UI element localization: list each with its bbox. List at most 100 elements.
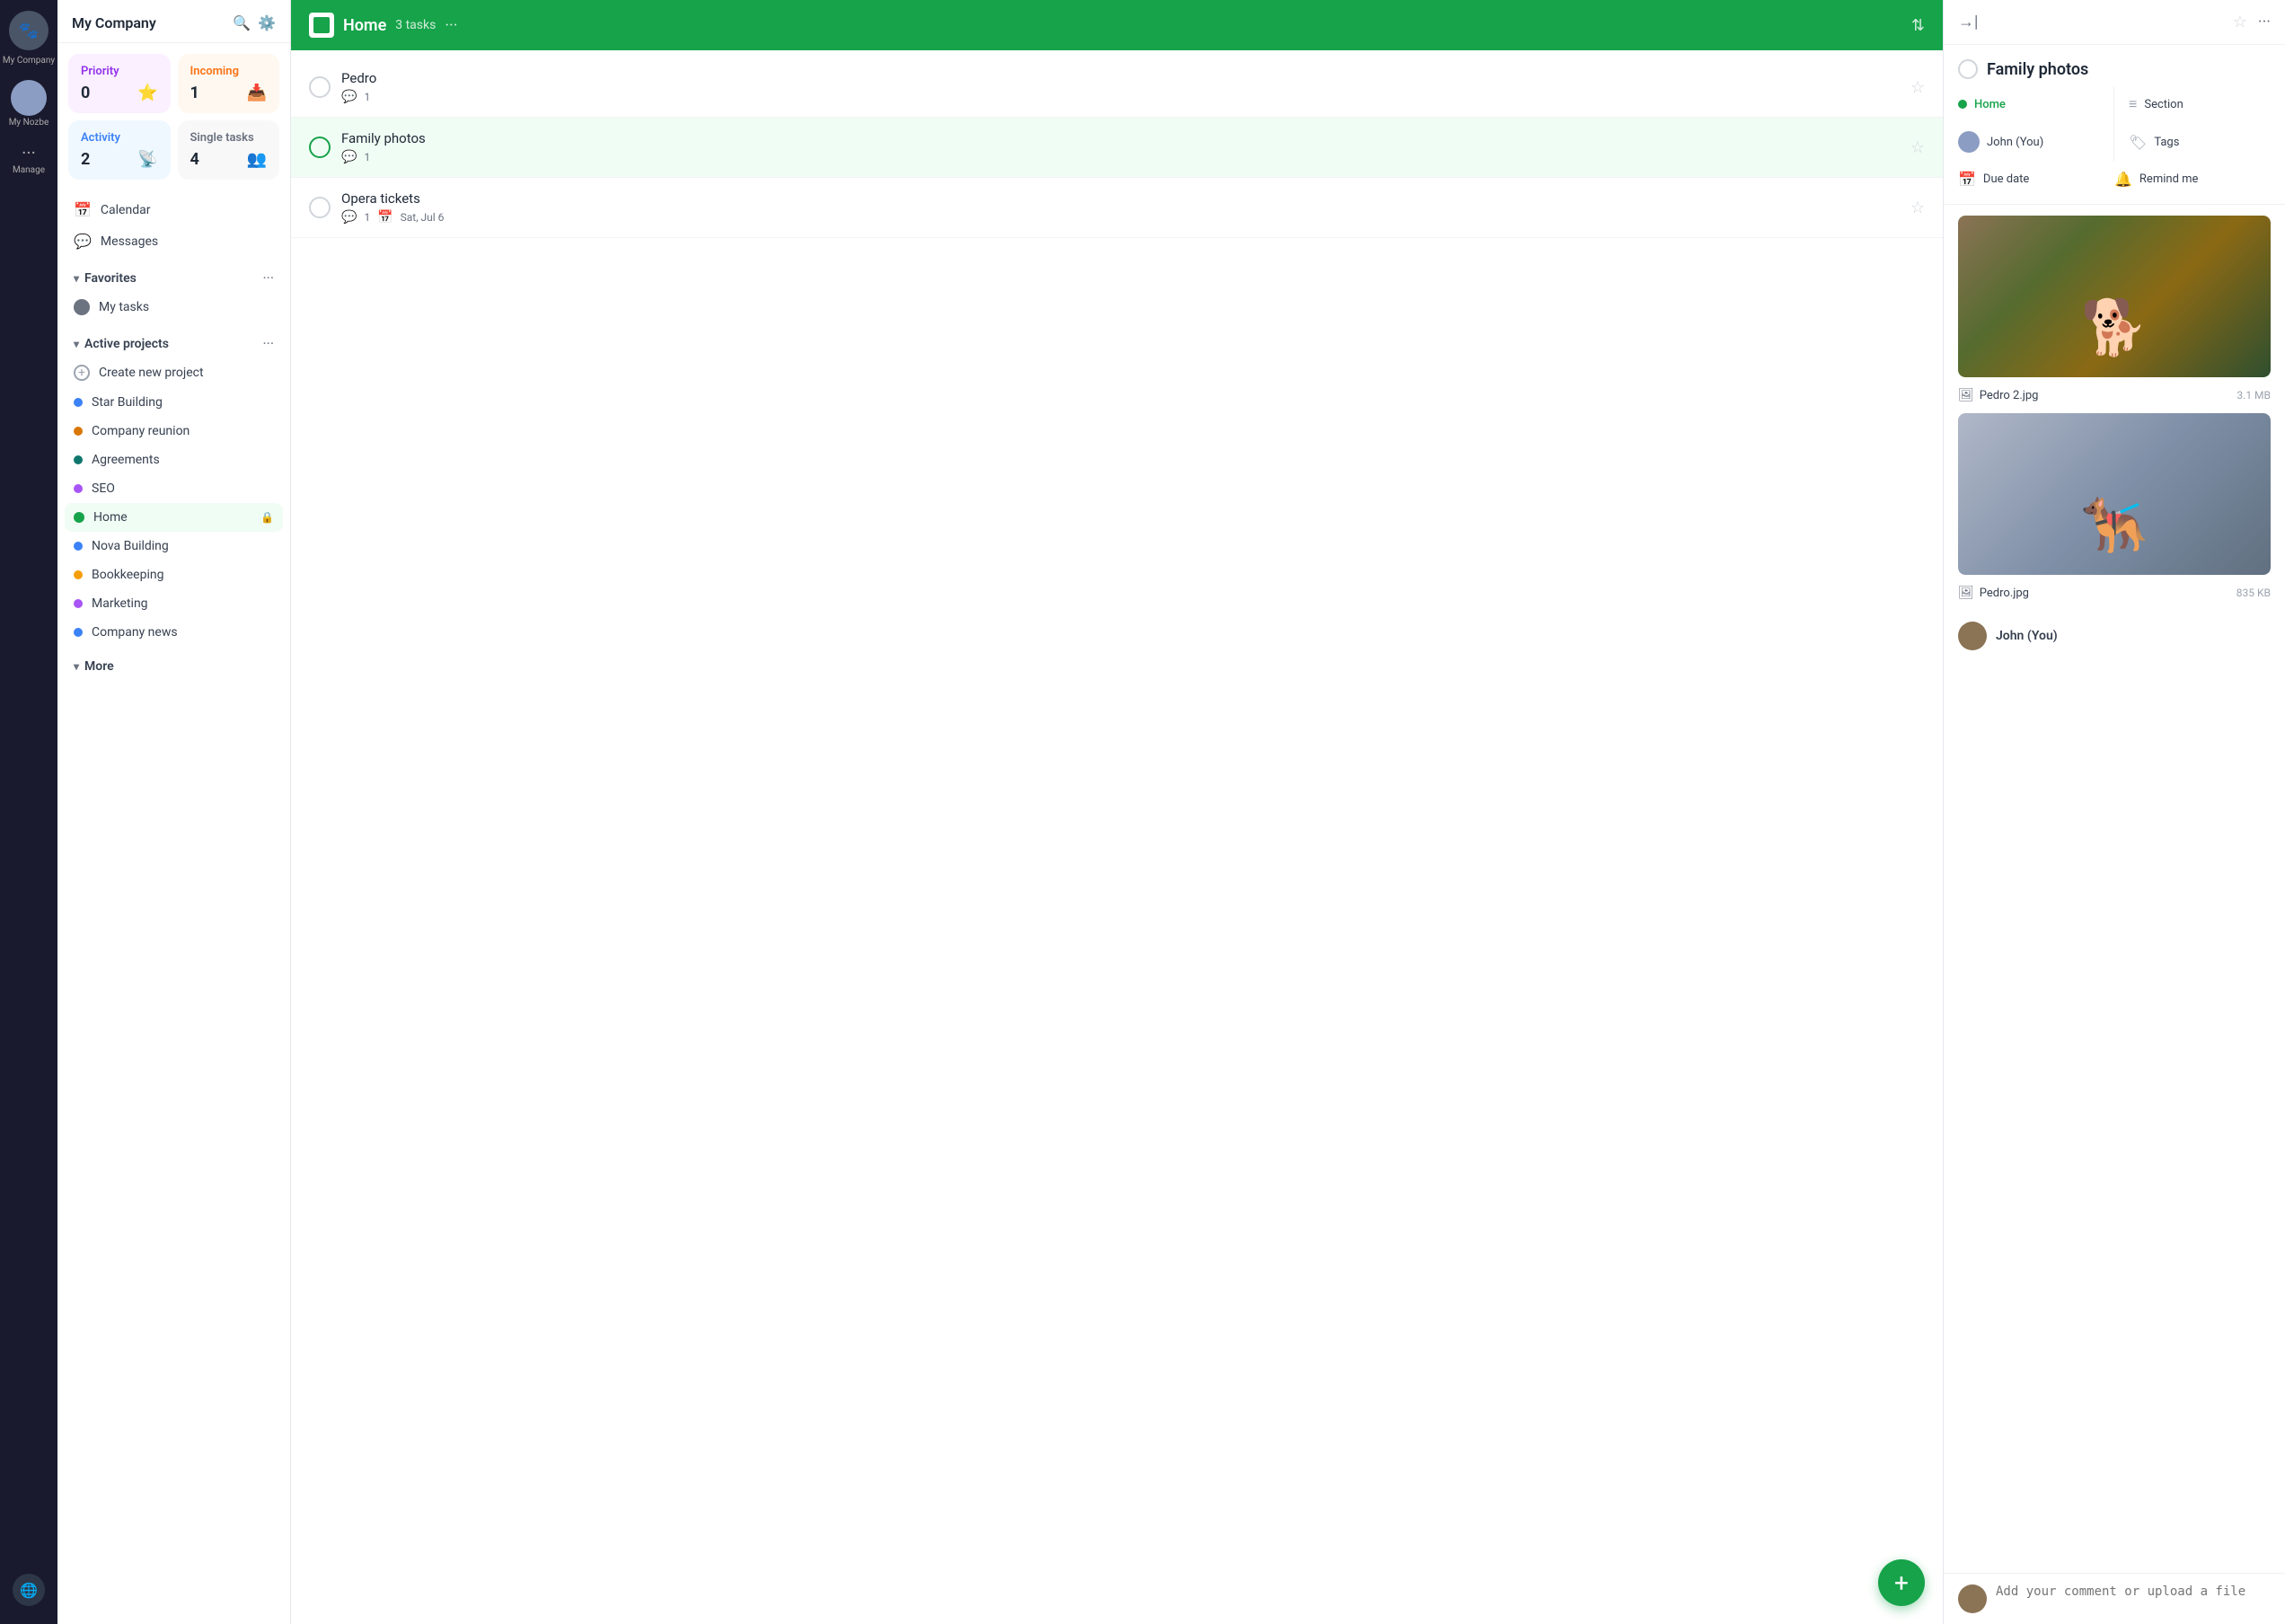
project-item-marketing[interactable]: Marketing — [65, 589, 283, 618]
task-meta-opera-tickets: 💬 1 📅 Sat, Jul 6 — [341, 210, 1900, 225]
task-checkbox-opera-tickets[interactable] — [309, 197, 331, 218]
app-logo-item[interactable]: 🐾 My Company — [3, 11, 55, 66]
priority-card-title: Priority — [81, 65, 158, 78]
search-icon[interactable]: 🔍 — [233, 14, 251, 31]
panel-more-icon[interactable]: ··· — [2258, 13, 2271, 31]
tags-meta-label: Tags — [2154, 136, 2179, 149]
task-item-family-photos[interactable]: Family photos 💬 1 ☆ — [291, 118, 1943, 178]
sidebar-item-calendar[interactable]: 📅 Calendar — [65, 194, 283, 225]
due-date-meta-label: Due date — [1983, 172, 2029, 186]
sidebar-header-icons: 🔍 ⚙️ — [233, 14, 276, 31]
star-family-photos[interactable]: ☆ — [1910, 138, 1925, 157]
task-meta-family-photos: 💬 1 — [341, 150, 1900, 164]
project-item-nova-building[interactable]: Nova Building — [65, 532, 283, 560]
main-header-logo — [309, 13, 334, 38]
meta-assignee[interactable]: John (You) — [1958, 122, 2114, 162]
pedro2-image — [1958, 216, 2271, 377]
sidebar-item-messages[interactable]: 💬 Messages — [65, 225, 283, 257]
activity-card-title: Activity — [81, 131, 158, 145]
company-reunion-dot — [74, 427, 83, 436]
seo-dot — [74, 484, 83, 493]
right-panel-header: →| ☆ ··· — [1944, 0, 2285, 45]
priority-card[interactable]: Priority 0 ⭐ — [68, 54, 171, 113]
right-panel: →| ☆ ··· Family photos Home ≡ Section Jo… — [1944, 0, 2285, 1624]
calendar-label: Calendar — [101, 203, 151, 217]
task-checkbox-pedro[interactable] — [309, 76, 331, 98]
task-meta-pedro: 💬 1 — [341, 90, 1900, 104]
meta-section[interactable]: ≡ Section — [2114, 86, 2271, 122]
comment-input[interactable] — [1996, 1584, 2271, 1613]
single-tasks-card-icon: 👥 — [247, 150, 267, 169]
main-logo-inner — [313, 17, 330, 33]
active-projects-more-button[interactable]: ··· — [262, 335, 274, 352]
activity-card[interactable]: Activity 2 📡 — [68, 120, 171, 180]
task-item-pedro[interactable]: Pedro 💬 1 ☆ — [291, 57, 1943, 118]
panel-star-icon[interactable]: ☆ — [2233, 13, 2247, 31]
favorites-more-button[interactable]: ··· — [262, 269, 274, 287]
manage-label: Manage — [13, 165, 45, 175]
more-header[interactable]: ▾ More — [65, 654, 283, 679]
project-item-star-building[interactable]: Star Building — [65, 388, 283, 417]
favorites-header[interactable]: ▾ Favorites ··· — [65, 264, 283, 292]
sidebar-header: My Company 🔍 ⚙️ — [57, 0, 290, 43]
messages-icon: 💬 — [74, 233, 92, 250]
project-item-company-reunion[interactable]: Company reunion — [65, 417, 283, 446]
nova-building-label: Nova Building — [92, 539, 274, 553]
single-tasks-card-bottom: 4 👥 — [190, 150, 268, 169]
star-pedro[interactable]: ☆ — [1910, 78, 1925, 97]
collapse-panel-icon[interactable]: →| — [1958, 13, 1978, 31]
sidebar: My Company 🔍 ⚙️ Priority 0 ⭐ Incoming 1 … — [57, 0, 291, 1624]
single-tasks-card[interactable]: Single tasks 4 👥 — [178, 120, 280, 180]
company-news-label: Company news — [92, 625, 274, 640]
my-nozbe-item[interactable]: My Nozbe — [9, 80, 49, 128]
meta-remind-me[interactable]: 🔔 Remind me — [2114, 162, 2271, 197]
active-projects-header[interactable]: ▾ Active projects ··· — [65, 330, 283, 357]
attachment-pedro2-info: 🖼 Pedro 2.jpg 3.1 MB — [1958, 384, 2271, 413]
right-panel-header-left: →| — [1958, 13, 1978, 31]
project-item-seo[interactable]: SEO — [65, 474, 283, 503]
marketing-label: Marketing — [92, 596, 274, 611]
project-item-company-news[interactable]: Company news — [65, 618, 283, 647]
favorites-label: Favorites — [84, 271, 137, 286]
user-avatar[interactable] — [11, 80, 47, 116]
add-task-button[interactable]: + — [1878, 1559, 1925, 1606]
project-item-agreements[interactable]: Agreements — [65, 446, 283, 474]
main-header-more-button[interactable]: ··· — [445, 16, 457, 35]
commenter-row: John (You) — [1958, 611, 2271, 654]
star-opera-tickets[interactable]: ☆ — [1910, 199, 1925, 217]
single-tasks-card-count: 4 — [190, 150, 199, 169]
manage-button[interactable]: ··· Manage — [13, 142, 45, 175]
globe-icon[interactable]: 🌐 — [13, 1574, 45, 1606]
my-tasks-item[interactable]: My tasks — [65, 292, 283, 322]
attachment-pedro[interactable] — [1958, 413, 2271, 575]
task-list-container: Pedro 💬 1 ☆ Family photos 💬 1 — [291, 50, 1943, 1624]
project-item-create-new[interactable]: + Create new project — [65, 357, 283, 388]
meta-due-date[interactable]: 📅 Due date — [1958, 162, 2114, 197]
panel-task-title: Family photos — [1987, 60, 2088, 79]
main-header: Home 3 tasks ··· ⇅ — [291, 0, 1943, 50]
sidebar-nav: 📅 Calendar 💬 Messages — [57, 190, 290, 260]
incoming-card-count: 1 — [190, 84, 199, 102]
incoming-card-icon: 📥 — [247, 84, 267, 102]
incoming-card[interactable]: Incoming 1 📥 — [178, 54, 280, 113]
bookkeeping-label: Bookkeeping — [92, 568, 274, 582]
main-title: Home — [343, 16, 386, 35]
meta-tags[interactable]: 🏷 Tags — [2114, 122, 2271, 162]
attachment-pedro2[interactable] — [1958, 216, 2271, 377]
company-reunion-label: Company reunion — [92, 424, 274, 438]
bookkeeping-dot — [74, 570, 83, 579]
priority-card-icon: ⭐ — [137, 84, 157, 102]
messages-label: Messages — [101, 234, 158, 249]
task-checkbox-family-photos[interactable] — [309, 137, 331, 158]
settings-icon[interactable]: ⚙️ — [258, 14, 276, 31]
project-item-home[interactable]: Home 🔒 — [65, 503, 283, 532]
project-item-bookkeeping[interactable]: Bookkeeping — [65, 560, 283, 589]
activity-card-count: 2 — [81, 150, 90, 169]
app-logo[interactable]: 🐾 — [9, 11, 49, 50]
meta-project[interactable]: Home — [1958, 86, 2114, 122]
sort-icon[interactable]: ⇅ — [1911, 16, 1925, 35]
incoming-card-bottom: 1 📥 — [190, 84, 268, 102]
task-complete-circle[interactable] — [1958, 59, 1978, 79]
pedro-image — [1958, 413, 2271, 575]
task-item-opera-tickets[interactable]: Opera tickets 💬 1 📅 Sat, Jul 6 ☆ — [291, 178, 1943, 238]
